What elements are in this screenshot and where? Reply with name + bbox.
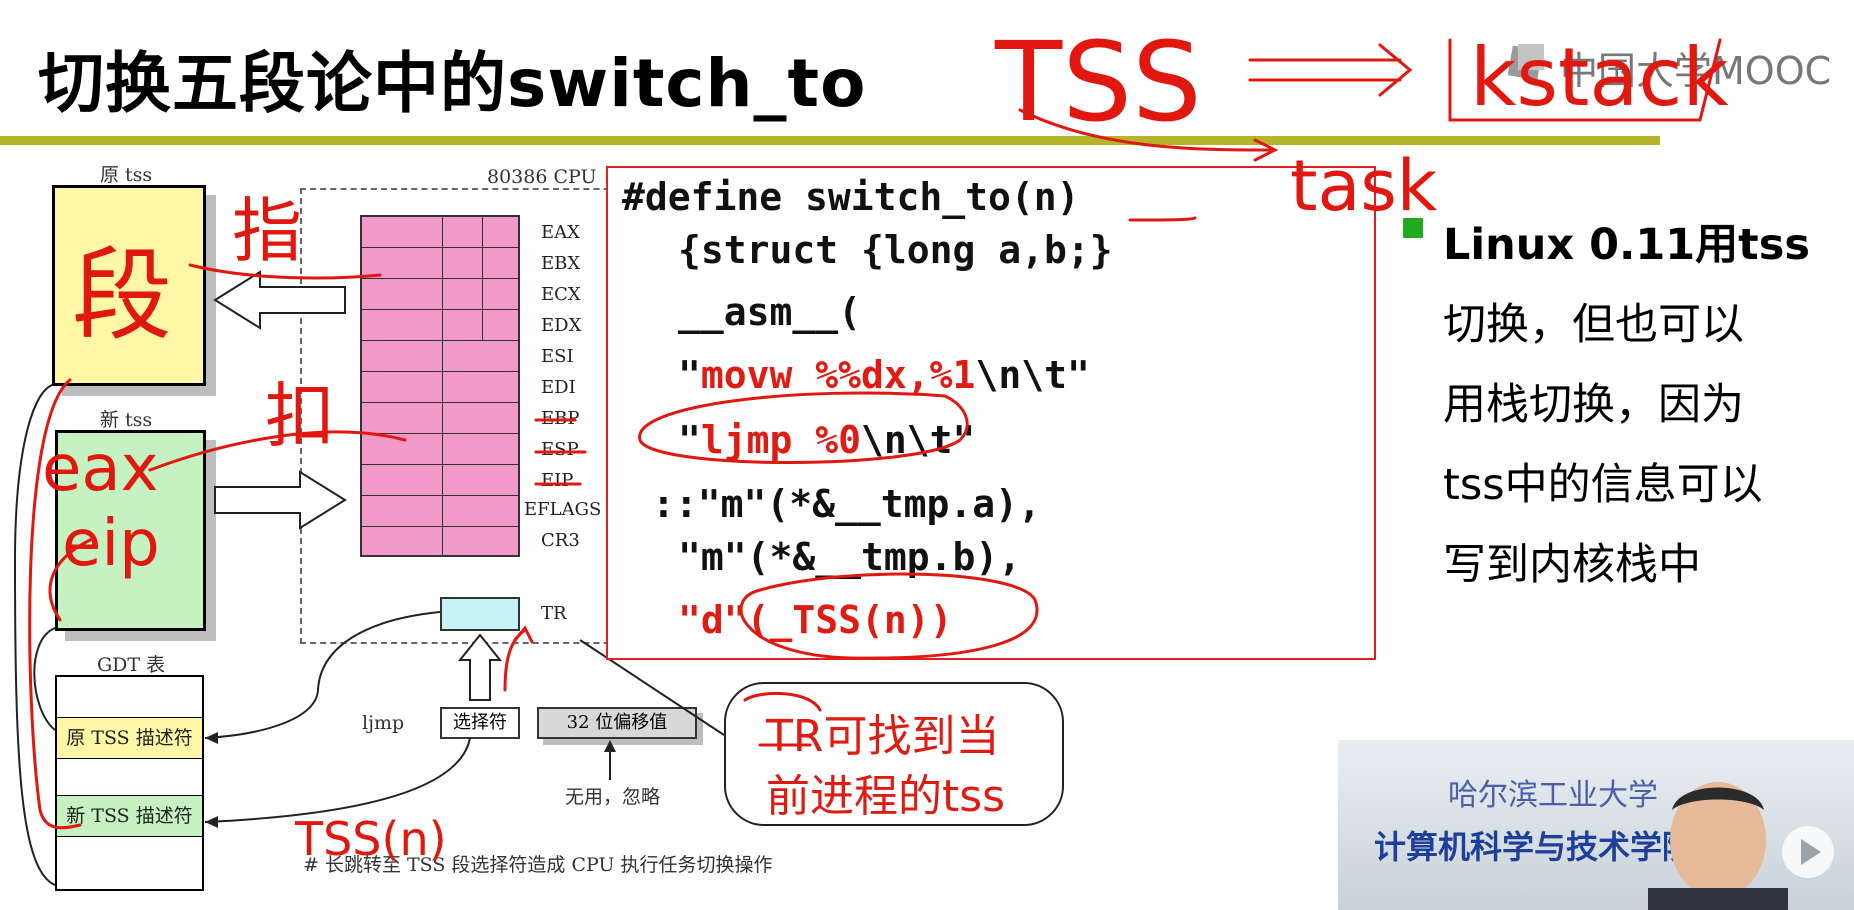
- annotation-kou: 扣: [265, 375, 335, 457]
- annotation-tss: TSS: [994, 18, 1202, 146]
- annotation-duan: 段: [72, 237, 172, 354]
- annotation-kstack: kstack: [1470, 31, 1729, 124]
- annotation-eip: eip: [62, 507, 160, 581]
- annotation-zhi: 指: [232, 190, 302, 272]
- annotation-task: task: [1290, 145, 1438, 227]
- handwritten-annotations: TSS kstack task 段 指 扣 eax eip TSS(n): [28, 18, 1729, 866]
- annotation-eax: eax: [42, 432, 158, 506]
- annotation-tss-n: TSS(n): [294, 812, 447, 866]
